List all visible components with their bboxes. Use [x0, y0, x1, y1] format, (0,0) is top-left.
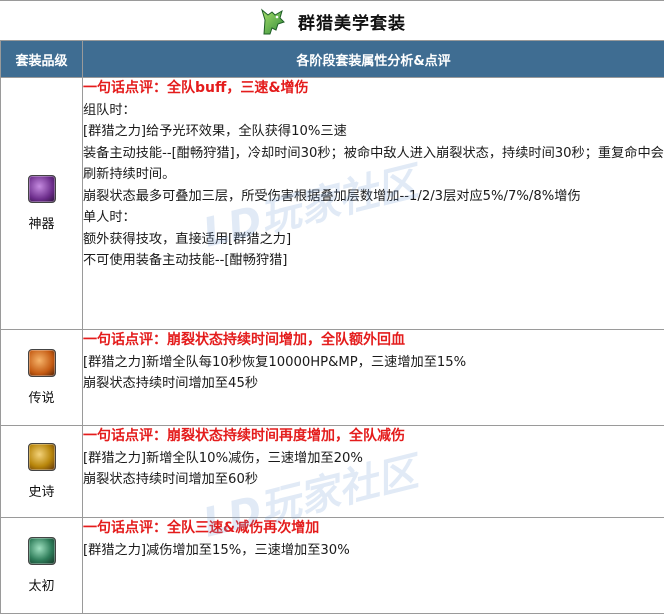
- purple-gauntlet-icon: [27, 175, 56, 203]
- detail-line: 组队时：: [83, 102, 136, 118]
- header-analysis: 各阶段套装属性分析&点评: [82, 40, 664, 78]
- detail-line: 崩裂状态持续时间增加至60秒: [83, 472, 259, 487]
- grade-cell: 史诗: [0, 425, 83, 518]
- table-header-row: 套装品级 各阶段套装属性分析&点评: [0, 40, 664, 78]
- verdict-text: 一句话点评：全队三速&减伤再次增加: [83, 520, 320, 536]
- grade-label: 传说: [28, 391, 55, 406]
- grade-cell: 神器: [0, 77, 83, 330]
- grade-label: 史诗: [28, 485, 55, 500]
- analysis-cell: 一句话点评：崩裂状态持续时间再度增加，全队减伤 [群猎之力]新增全队10%减伤，…: [82, 425, 664, 518]
- detail-line: 装备主动技能--[酣畅狩猎]，冷却时间30秒；被命中敌人进入崩裂状态，持续时间3…: [83, 145, 664, 183]
- verdict-text: 一句话点评：崩裂状态持续时间增加，全队额外回血: [83, 332, 405, 348]
- detail-line: [群猎之力]减伤增加至15%，三速增加至30%: [83, 542, 350, 558]
- wolf-icon: [261, 8, 285, 35]
- page-title: 群猎美学套装: [298, 13, 406, 34]
- analysis-cell: 一句话点评：全队三速&减伤再次增加 [群猎之力]减伤增加至15%，三速增加至30…: [82, 517, 664, 614]
- detail-line: [群猎之力]新增全队每10秒恢复10000HP&MP，三速增加至15%: [83, 354, 467, 370]
- grade-cell: 太初: [0, 517, 83, 614]
- grade-label: 太初: [28, 579, 55, 594]
- detail-line: [群猎之力]新增全队10%减伤，三速增加至20%: [83, 450, 363, 466]
- detail-line: 不可使用装备主动技能--[酣畅狩猎]: [83, 253, 288, 268]
- table-row: 太初 一句话点评：全队三速&减伤再次增加 [群猎之力]减伤增加至15%，三速增加…: [0, 517, 664, 614]
- title-bar: 群猎美学套装: [0, 0, 664, 41]
- green-gauntlet-icon: [27, 537, 56, 565]
- detail-line: 崩裂状态持续时间增加至45秒: [83, 376, 259, 391]
- detail-line: 崩裂状态最多可叠加三层，所受伤害根据叠加层数增加--1/2/3层对应5%/7%/…: [83, 188, 581, 204]
- header-grade: 套装品级: [0, 40, 83, 78]
- table-row: 传说 一句话点评：崩裂状态持续时间增加，全队额外回血 [群猎之力]新增全队每10…: [0, 329, 664, 426]
- detail-line: [群猎之力]给予光环效果，全队获得10%三速: [83, 124, 347, 139]
- verdict-text: 一句话点评：崩裂状态持续时间再度增加，全队减伤: [83, 428, 405, 444]
- orange-gauntlet-icon: [27, 349, 56, 377]
- table-row: 神器 一句话点评：全队buff，三速&增伤 组队时： [群猎之力]给予光环效果，…: [0, 77, 664, 330]
- gold-gauntlet-icon: [27, 443, 56, 471]
- suit-table: 套装品级 各阶段套装属性分析&点评 神器 一句话点评：全队buff，三速&增伤 …: [0, 40, 664, 614]
- detail-line: 额外获得技攻，直接适用[群猎之力]: [83, 231, 292, 247]
- analysis-cell: 一句话点评：全队buff，三速&增伤 组队时： [群猎之力]给予光环效果，全队获…: [82, 77, 664, 330]
- detail-line: 单人时：: [83, 210, 136, 225]
- analysis-cell: 一句话点评：崩裂状态持续时间增加，全队额外回血 [群猎之力]新增全队每10秒恢复…: [82, 329, 664, 426]
- table-row: 史诗 一句话点评：崩裂状态持续时间再度增加，全队减伤 [群猎之力]新增全队10%…: [0, 425, 664, 518]
- grade-label: 神器: [28, 217, 55, 232]
- verdict-text: 一句话点评：全队buff，三速&增伤: [83, 80, 309, 96]
- grade-cell: 传说: [0, 329, 83, 426]
